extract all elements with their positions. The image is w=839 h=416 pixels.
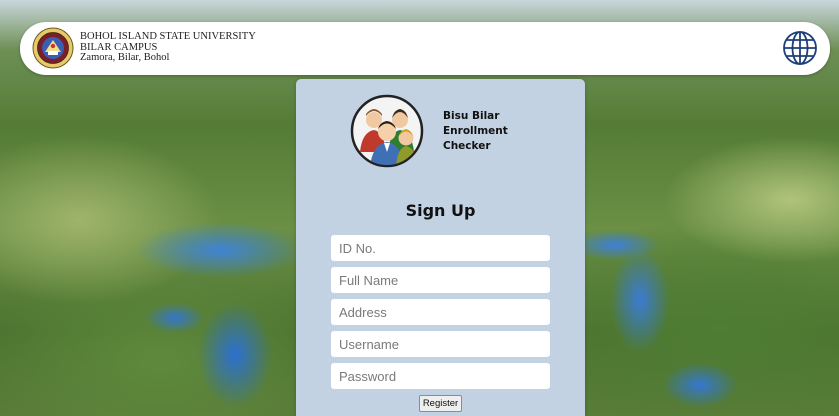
globe-icon[interactable] xyxy=(782,30,818,66)
signup-card: Bisu Bilar Enrollment Checker Sign Up Re… xyxy=(296,79,585,416)
app-title-line1: Bisu Bilar xyxy=(443,110,500,122)
form-heading: Sign Up xyxy=(405,201,476,220)
register-button[interactable]: Register xyxy=(419,395,462,412)
app-title-line2: Enrollment xyxy=(443,125,508,137)
address-input[interactable] xyxy=(331,299,550,325)
username-input[interactable] xyxy=(331,331,550,357)
id-number-input[interactable] xyxy=(331,235,550,261)
app-title: Bisu Bilar Enrollment Checker xyxy=(443,109,508,154)
app-title-line3: Checker xyxy=(443,140,491,152)
group-people-avatar-icon xyxy=(350,94,424,168)
site-header: BOHOL ISLAND STATE UNIVERSITY BILAR CAMP… xyxy=(20,22,830,75)
university-seal-icon xyxy=(32,27,74,69)
page: BOHOL ISLAND STATE UNIVERSITY BILAR CAMP… xyxy=(0,0,839,416)
university-name: BOHOL ISLAND STATE UNIVERSITY xyxy=(80,31,256,42)
full-name-input[interactable] xyxy=(331,267,550,293)
university-info: BOHOL ISLAND STATE UNIVERSITY BILAR CAMP… xyxy=(80,31,256,64)
campus-location: Zamora, Bilar, Bohol xyxy=(80,52,170,63)
password-input[interactable] xyxy=(331,363,550,389)
